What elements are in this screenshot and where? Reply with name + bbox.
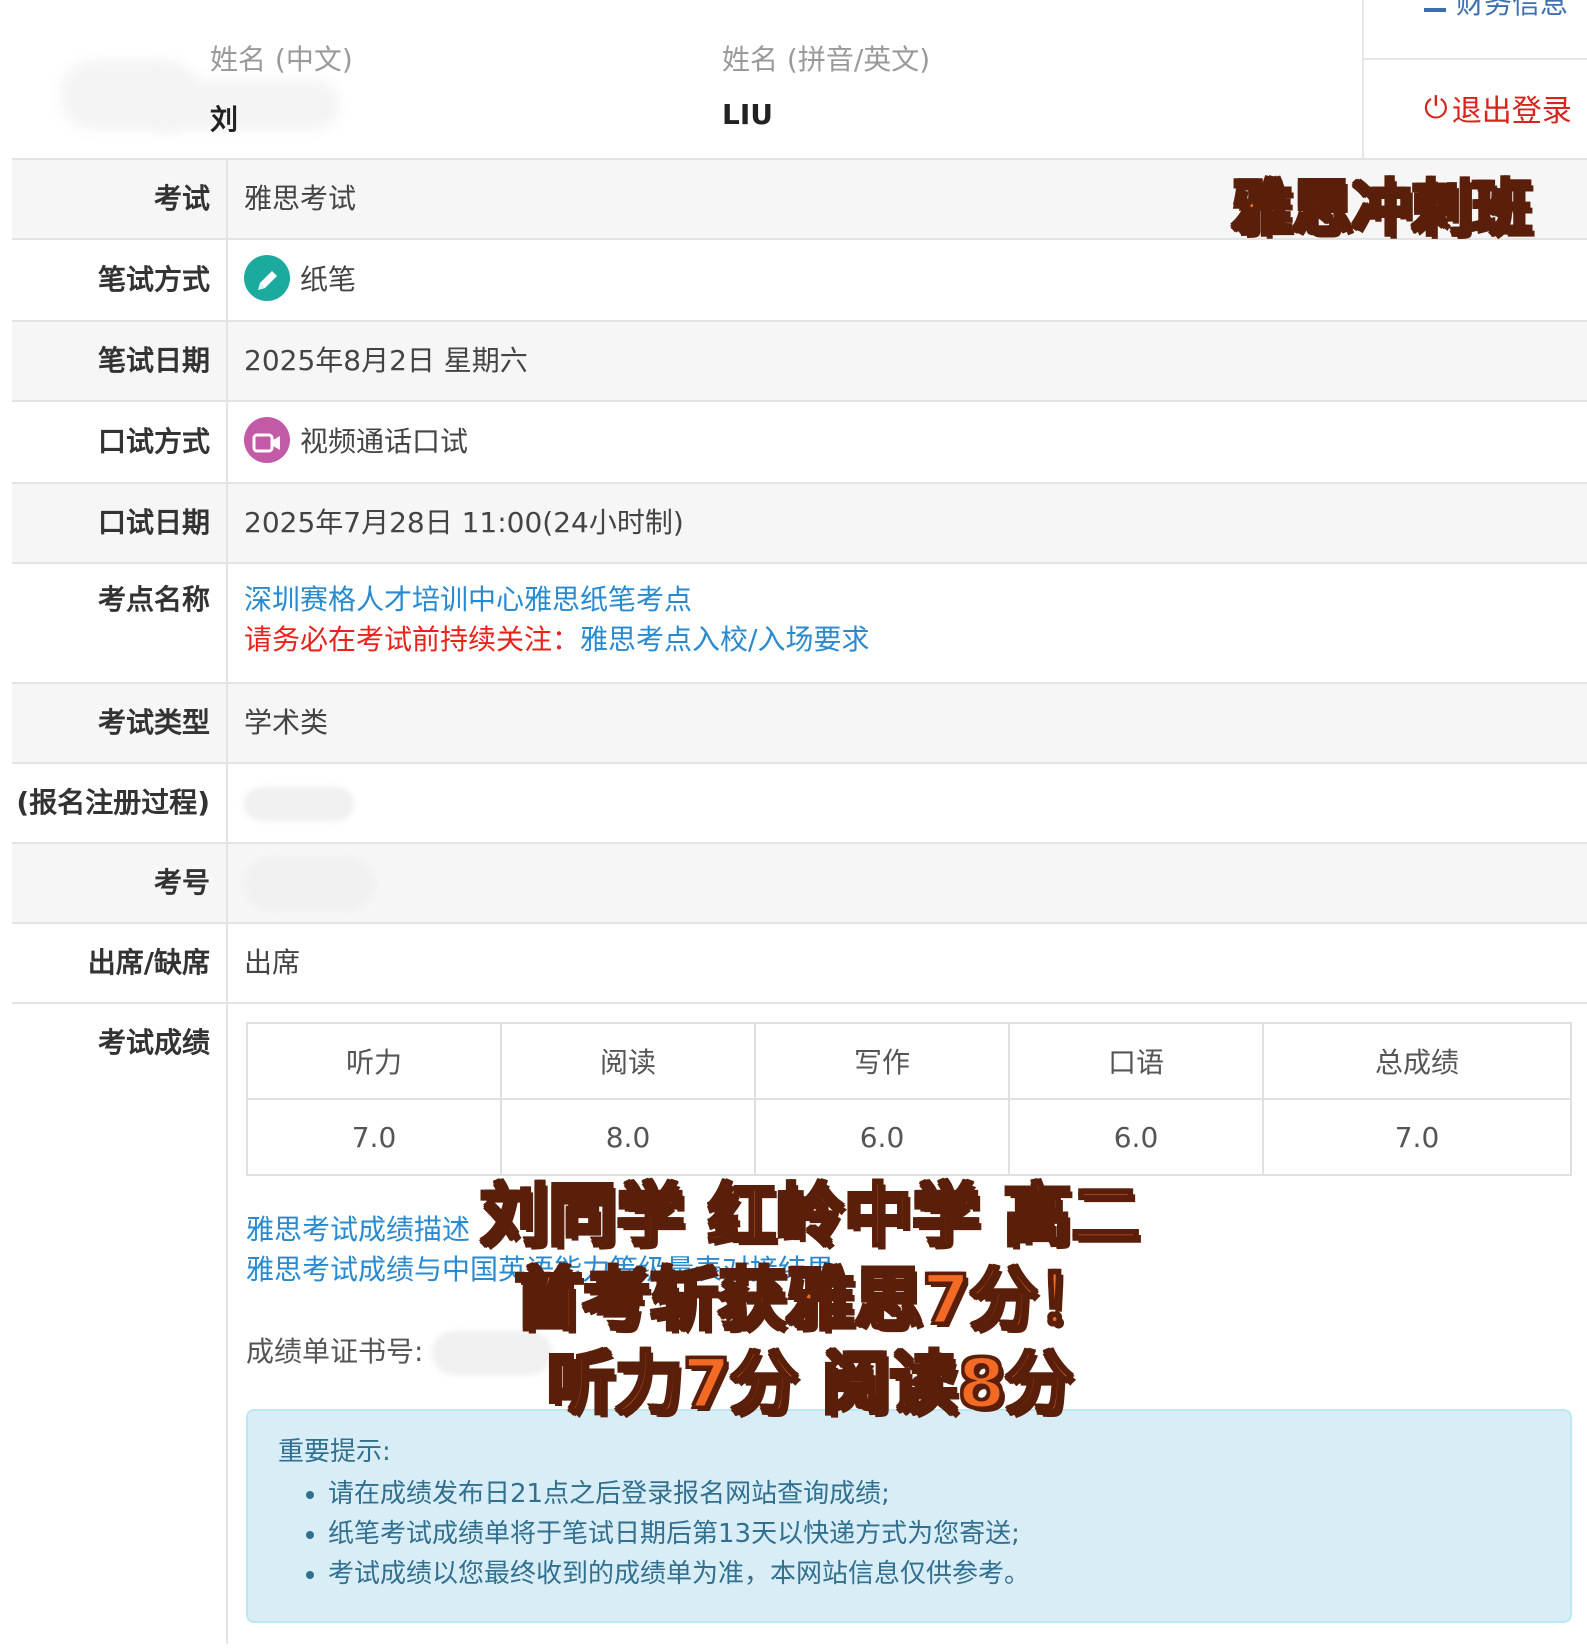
scores-label: 考试成绩 bbox=[12, 1004, 228, 1644]
score-overall: 7.0 bbox=[1262, 1098, 1572, 1176]
notice-item: 考试成绩以您最终收到的成绩单为准，本网站信息仅供参考。 bbox=[328, 1554, 1540, 1594]
candidate-no-value bbox=[228, 844, 1587, 922]
venue-requirements-link[interactable]: 雅思考点入校/入场要求 bbox=[580, 623, 869, 656]
corner-promo-text: 雅思冲刺班 bbox=[1231, 173, 1534, 246]
certificate-label: 成绩单证书号: bbox=[246, 1335, 424, 1368]
name-en-label: 姓名 (拼音/英文) bbox=[722, 43, 931, 76]
attendance-label: 出席/缺席 bbox=[12, 924, 228, 1002]
redacted-candidate-number bbox=[244, 858, 374, 910]
account-side-panel: 财务信息 ⏻ 退出登录 bbox=[1362, 0, 1587, 158]
speaking-mode-value: 视频通话口试 bbox=[300, 425, 469, 458]
power-icon: ⏻ bbox=[1424, 90, 1448, 126]
name-cn-label: 姓名 (中文) bbox=[210, 43, 353, 76]
venue-label: 考点名称 bbox=[12, 564, 228, 682]
venue-notice: 请务必在考试前持续关注：雅思考点入校/入场要求 bbox=[244, 620, 1587, 660]
score-header-row: 听力 阅读 写作 口语 总成绩 bbox=[246, 1022, 1572, 1100]
row-candidate-no: 考号 bbox=[12, 842, 1587, 922]
written-mode-value: 纸笔 bbox=[300, 263, 357, 296]
row-registration: (报名注册过程) bbox=[12, 762, 1587, 842]
registration-label: (报名注册过程) bbox=[12, 764, 228, 842]
promo-overlay: 刘同学 红岭中学 高二 首考斩获雅思7分！ 听力7分 阅读8分 bbox=[460, 1175, 1160, 1427]
promo-line-3: 听力7分 阅读8分 bbox=[545, 1344, 1074, 1426]
attendance-value: 出席 bbox=[244, 946, 301, 979]
pencil-icon bbox=[244, 255, 290, 301]
score-reading: 8.0 bbox=[500, 1098, 756, 1176]
name-cn-value: 刘 bbox=[210, 103, 239, 136]
score-header-reading: 阅读 bbox=[500, 1022, 756, 1100]
registration-value bbox=[228, 764, 1587, 842]
score-speaking: 6.0 bbox=[1008, 1098, 1264, 1176]
row-attendance: 出席/缺席 出席 bbox=[12, 922, 1587, 1002]
promo-line-1: 刘同学 红岭中学 高二 bbox=[479, 1176, 1141, 1258]
speaking-mode-cell: 视频通话口试 bbox=[228, 402, 1587, 482]
logout-button[interactable]: ⏻ 退出登录 bbox=[1424, 86, 1572, 130]
row-venue: 考点名称 深圳赛格人才培训中心雅思纸笔考点 请务必在考试前持续关注：雅思考点入校… bbox=[12, 562, 1587, 682]
name-cn-block: 姓名 (中文) 刘 bbox=[210, 38, 353, 138]
row-speaking-mode: 口试方式 视频通话口试 bbox=[12, 400, 1587, 482]
list-icon bbox=[1424, 8, 1446, 12]
written-date-label: 笔试日期 bbox=[12, 322, 228, 400]
written-date-value: 2025年8月2日 星期六 bbox=[244, 344, 528, 377]
score-header-listening: 听力 bbox=[246, 1022, 502, 1100]
name-en-block: 姓名 (拼音/英文) LIU bbox=[722, 38, 930, 131]
score-header-writing: 写作 bbox=[754, 1022, 1010, 1100]
row-written-date: 笔试日期 2025年8月2日 星期六 bbox=[12, 320, 1587, 400]
speaking-date-value: 2025年7月28日 11:00(24小时制) bbox=[244, 506, 684, 539]
name-en-value: LIU bbox=[722, 98, 773, 131]
logout-label: 退出登录 bbox=[1451, 94, 1572, 129]
score-header-overall: 总成绩 bbox=[1262, 1022, 1572, 1100]
exam-label: 考试 bbox=[12, 160, 228, 238]
speaking-mode-label: 口试方式 bbox=[12, 402, 228, 482]
notice-title: 重要提示: bbox=[278, 1437, 391, 1467]
score-header-speaking: 口语 bbox=[1008, 1022, 1264, 1100]
written-mode-cell: 纸笔 bbox=[228, 240, 1587, 320]
score-value-row: 7.0 8.0 6.0 6.0 7.0 bbox=[246, 1098, 1572, 1176]
notice-list: 请在成绩发布日21点之后登录报名网站查询成绩; 纸笔考试成绩单将于笔试日期后第1… bbox=[278, 1474, 1540, 1594]
video-camera-icon bbox=[244, 417, 290, 463]
profile-header: 姓名 (中文) 刘 姓名 (拼音/英文) LIU 财务信息 ⏻ 退出登录 bbox=[0, 0, 1587, 158]
venue-link[interactable]: 深圳赛格人才培训中心雅思纸笔考点 bbox=[244, 580, 1587, 620]
exam-type-label: 考试类型 bbox=[12, 684, 228, 762]
row-speaking-date: 口试日期 2025年7月28日 11:00(24小时制) bbox=[12, 482, 1587, 562]
speaking-date-label: 口试日期 bbox=[12, 484, 228, 562]
candidate-no-label: 考号 bbox=[12, 844, 228, 922]
score-listening: 7.0 bbox=[246, 1098, 502, 1176]
venue-notice-prefix: 请务必在考试前持续关注： bbox=[244, 623, 581, 656]
notice-item: 请在成绩发布日21点之后登录报名网站查询成绩; bbox=[328, 1474, 1540, 1514]
score-table: 听力 阅读 写作 口语 总成绩 7.0 8.0 6.0 6.0 7.0 bbox=[246, 1022, 1572, 1176]
exam-type-value: 学术类 bbox=[244, 706, 329, 739]
finance-info-link[interactable]: 财务信息 bbox=[1364, 0, 1587, 60]
promo-line-2: 首考斩获雅思7分！ bbox=[513, 1260, 1107, 1342]
row-exam-type: 考试类型 学术类 bbox=[12, 682, 1587, 762]
score-writing: 6.0 bbox=[754, 1098, 1010, 1176]
notice-item: 纸笔考试成绩单将于笔试日期后第13天以快递方式为您寄送; bbox=[328, 1514, 1540, 1554]
row-written-mode: 笔试方式 纸笔 bbox=[12, 238, 1587, 320]
redacted-registration bbox=[244, 787, 354, 821]
written-mode-label: 笔试方式 bbox=[12, 240, 228, 320]
venue-cell: 深圳赛格人才培训中心雅思纸笔考点 请务必在考试前持续关注：雅思考点入校/入场要求 bbox=[228, 564, 1587, 682]
important-notice: 重要提示: 请在成绩发布日21点之后登录报名网站查询成绩; 纸笔考试成绩单将于笔… bbox=[246, 1409, 1572, 1623]
